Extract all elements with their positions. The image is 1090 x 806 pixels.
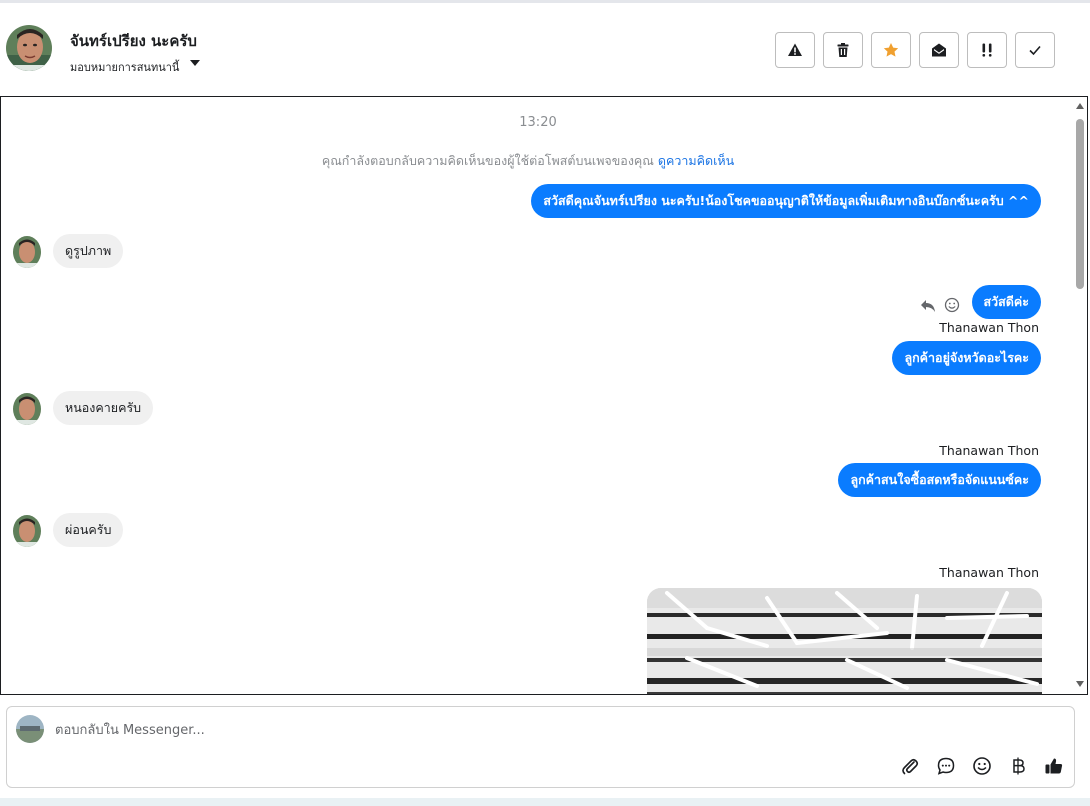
baht-icon xyxy=(1013,757,1025,775)
message-bubble-incoming[interactable]: ผ่อนครับ xyxy=(53,513,124,547)
contact-avatar-small[interactable] xyxy=(13,515,41,547)
message-composer xyxy=(6,706,1075,788)
assign-conversation-label[interactable]: มอบหมายการสนทนานี้ xyxy=(70,58,179,76)
sender-name: Thanawan Thon xyxy=(939,320,1039,335)
composer-toolbar xyxy=(899,755,1065,777)
notice-text: คุณกำลังตอบกลับความคิดเห็นของผู้ใช้ต่อโพ… xyxy=(321,153,654,168)
message-thread[interactable]: 13:20 คุณกำลังตอบกลับความคิดเห็นของผู้ใช… xyxy=(0,96,1088,695)
warning-icon xyxy=(788,43,802,56)
message-timestamp: 13:20 xyxy=(519,115,557,130)
message-bubble-incoming[interactable]: หนองคายครับ xyxy=(53,391,154,425)
check-icon xyxy=(1029,45,1041,56)
messenger-conversation-window: จันทร์เปรียง นะครับ มอบหมายการสนทนานี้ 1… xyxy=(0,0,1090,806)
message-hover-tools xyxy=(920,297,960,317)
header-actions xyxy=(775,32,1055,68)
reply-input[interactable] xyxy=(55,719,1055,741)
scroll-down-arrow-icon[interactable] xyxy=(1076,681,1084,687)
mark-spam-button[interactable] xyxy=(775,32,815,68)
contact-avatar-small[interactable] xyxy=(13,393,41,425)
sender-name: Thanawan Thon xyxy=(939,443,1039,458)
trash-icon xyxy=(837,43,849,57)
caret-down-icon[interactable] xyxy=(188,55,202,69)
mark-done-button[interactable] xyxy=(1015,32,1055,68)
reply-icon[interactable] xyxy=(920,298,936,317)
envelope-open-icon xyxy=(932,43,946,57)
contact-name: จันทร์เปรียง นะครับ xyxy=(70,32,197,50)
star-icon xyxy=(883,43,899,57)
bottom-strip xyxy=(0,798,1090,806)
chat-bubble-icon xyxy=(937,757,955,775)
payment-button[interactable] xyxy=(1007,755,1029,777)
page-avatar xyxy=(16,715,44,743)
message-bubble-incoming[interactable]: ดูรูปภาพ xyxy=(53,234,124,268)
contact-avatar[interactable] xyxy=(6,25,52,71)
scroll-thumb[interactable] xyxy=(1076,119,1084,289)
message-bubble-outgoing[interactable]: สวัสดีค่ะ xyxy=(971,285,1041,319)
emoji-reaction-icon[interactable] xyxy=(944,297,960,317)
contact-avatar-small[interactable] xyxy=(13,236,41,268)
message-image[interactable] xyxy=(647,588,1042,694)
sender-name: Thanawan Thon xyxy=(939,565,1039,580)
paperclip-icon xyxy=(902,758,919,775)
message-bubble-outgoing[interactable]: สวัสดีคุณจันทร์เปรียง นะครับ!น้องโชคขออน… xyxy=(531,184,1041,218)
double-exclamation-icon xyxy=(982,43,992,57)
star-button[interactable] xyxy=(871,32,911,68)
attach-button[interactable] xyxy=(899,755,921,777)
message-bubble-outgoing[interactable]: ลูกค้าสนใจซื้อสดหรือจัดแนนซ์คะ xyxy=(838,463,1041,497)
emoji-button[interactable] xyxy=(971,755,993,777)
mark-unread-button[interactable] xyxy=(919,32,959,68)
thread-scrollbar[interactable] xyxy=(1074,101,1086,689)
smiley-icon xyxy=(973,757,991,775)
message-bubble-outgoing[interactable]: ลูกค้าอยู่จังหวัดอะไรคะ xyxy=(892,341,1041,375)
scroll-up-arrow-icon[interactable] xyxy=(1076,103,1084,109)
mark-important-button[interactable] xyxy=(967,32,1007,68)
view-comment-link[interactable]: ดูความคิดเห็น xyxy=(658,153,734,168)
like-button[interactable] xyxy=(1043,755,1065,777)
delete-button[interactable] xyxy=(823,32,863,68)
saved-replies-button[interactable] xyxy=(935,755,957,777)
thumbs-up-icon xyxy=(1045,758,1063,774)
conversation-header: จันทร์เปรียง นะครับ มอบหมายการสนทนานี้ xyxy=(0,3,1090,96)
reply-context-notice: คุณกำลังตอบกลับความคิดเห็นของผู้ใช้ต่อโพ… xyxy=(1,151,1055,171)
